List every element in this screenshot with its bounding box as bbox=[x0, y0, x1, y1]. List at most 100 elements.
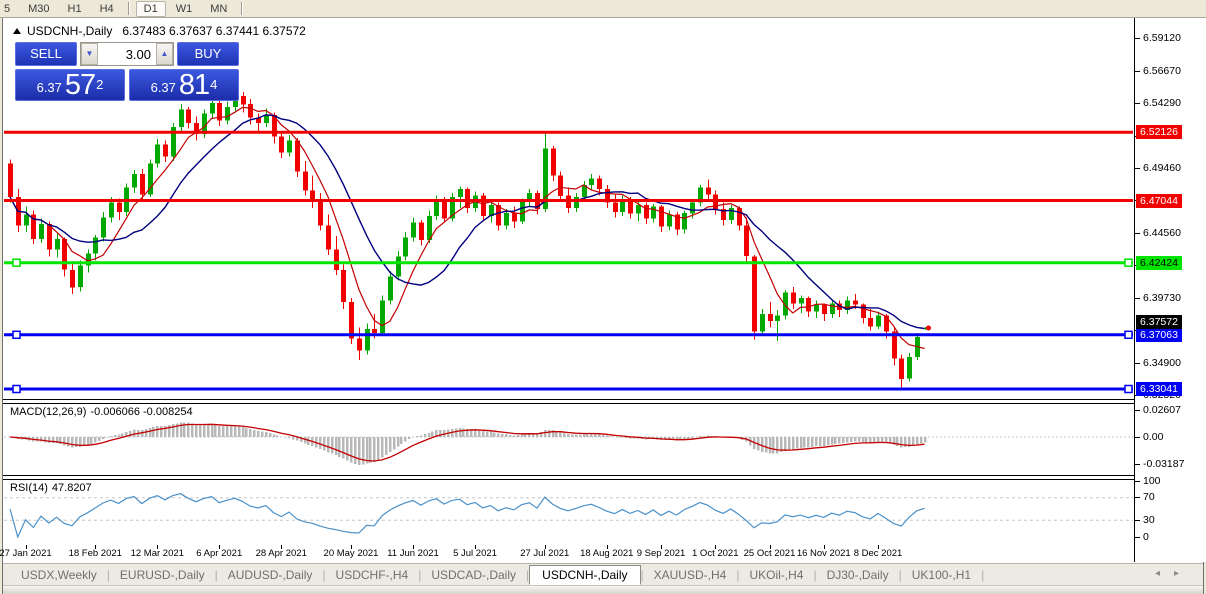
chart-tab-usdcad-daily[interactable]: USDCAD-,Daily bbox=[421, 566, 526, 584]
sell-button[interactable]: SELL bbox=[15, 42, 77, 66]
macd-name: MACD(12,26,9) bbox=[10, 406, 87, 418]
chart-tab-usdx-weekly[interactable]: USDX,Weekly bbox=[11, 566, 107, 584]
line-drag-handle[interactable] bbox=[1124, 384, 1133, 394]
date-axis-label: 6 Apr 2021 bbox=[196, 548, 243, 559]
date-axis-label: 20 May 2021 bbox=[323, 548, 379, 559]
timeframe-button-m30[interactable]: M30 bbox=[20, 1, 57, 17]
chart-tab-bar: USDX,Weekly | EURUSD-,Daily | AUDUSD-,Daily |… bbox=[3, 563, 1203, 585]
buy-price-sup: 4 bbox=[210, 77, 218, 92]
sell-price-sup: 2 bbox=[96, 77, 104, 92]
rsi-axis-label: 0 bbox=[1135, 531, 1149, 544]
price-axis-label: 6.59120 bbox=[1135, 32, 1181, 45]
candles bbox=[8, 89, 928, 389]
toolbar-separator bbox=[127, 2, 130, 15]
price-axis-label: 6.39730 bbox=[1135, 292, 1181, 305]
date-axis-label: 27 Jul 2021 bbox=[520, 548, 570, 559]
last-price-marker bbox=[926, 325, 931, 331]
line-drag-handle[interactable] bbox=[1124, 330, 1133, 340]
buy-price-display[interactable]: 6.37 81 4 bbox=[129, 69, 239, 101]
window-bottom-strip bbox=[3, 585, 1203, 594]
rsi-indicator-label: RSI(14) 47.8207 bbox=[10, 482, 96, 494]
line-drag-handle[interactable] bbox=[12, 258, 21, 267]
level-price-label: 6.42424 bbox=[1136, 255, 1182, 270]
chart-tab-uk100-h1[interactable]: UK100-,H1 bbox=[902, 566, 981, 584]
volume-stepper: ▼ ▲ bbox=[80, 42, 174, 66]
price-axis-label: 6.54290 bbox=[1135, 97, 1181, 110]
date-axis-label: 18 Aug 2021 bbox=[580, 548, 634, 559]
date-axis[interactable]: 27 Jan 2021 18 Feb 2021 12 Mar 2021 6 Apr 2… bbox=[0, 545, 1134, 562]
rsi-axis-label: 70 bbox=[1135, 491, 1155, 504]
one-click-trade-panel: SELL ▼ ▲ BUY 6.37 57 2 6.37 bbox=[15, 42, 239, 101]
sell-price-display[interactable]: 6.37 57 2 bbox=[15, 69, 125, 101]
timeframe-button-h4[interactable]: H4 bbox=[92, 1, 122, 17]
level-price-label: 6.52126 bbox=[1136, 125, 1182, 140]
tab-separator: | bbox=[981, 567, 985, 582]
buy-button[interactable]: BUY bbox=[177, 42, 239, 66]
timeframe-button-w1[interactable]: W1 bbox=[168, 1, 201, 17]
rsi-chart[interactable] bbox=[4, 480, 1134, 546]
collapse-panel-icon[interactable] bbox=[13, 28, 21, 34]
rsi-line bbox=[9, 493, 925, 539]
date-axis-label: 9 Sep 2021 bbox=[636, 548, 686, 559]
chart-panes: 6.591206.566706.542906.518406.494606.470… bbox=[0, 18, 1206, 562]
price-axis-label: 6.56670 bbox=[1135, 65, 1181, 78]
line-drag-handle[interactable] bbox=[12, 384, 21, 394]
timeframe-toolbar: 5 M30 H1 H4 D1 W1 MN bbox=[0, 0, 1206, 18]
timeframe-button-d1[interactable]: D1 bbox=[135, 0, 166, 17]
date-axis-label: 8 Dec 2021 bbox=[853, 548, 903, 559]
macd-indicator-label: MACD(12,26,9) -0.006066 -0.008254 bbox=[10, 406, 197, 418]
macd-axis-label: 0.00 bbox=[1135, 431, 1163, 444]
macd-axis-label: -0.03187 bbox=[1135, 458, 1184, 471]
price-axis-label: 6.49460 bbox=[1135, 162, 1181, 175]
level-price-label: 6.47044 bbox=[1136, 193, 1182, 208]
chart-tab-eurusd-daily[interactable]: EURUSD-,Daily bbox=[110, 566, 215, 584]
sell-price-big: 57 bbox=[64, 69, 96, 101]
rsi-value: 47.8207 bbox=[51, 482, 92, 494]
timeframe-button-h1[interactable]: H1 bbox=[60, 1, 90, 17]
volume-decrease-icon[interactable]: ▼ bbox=[81, 43, 98, 65]
date-axis-label: 28 Apr 2021 bbox=[255, 548, 307, 559]
volume-increase-icon[interactable]: ▲ bbox=[156, 43, 173, 65]
rsi-axis-label: 30 bbox=[1135, 514, 1155, 527]
buy-price-prefix: 6.37 bbox=[150, 80, 176, 95]
price-axis-label: 6.44560 bbox=[1135, 227, 1181, 240]
date-axis-label: 5 Jul 2021 bbox=[453, 548, 497, 559]
chart-tab-dj30-daily[interactable]: DJ30-,Daily bbox=[817, 566, 899, 584]
date-axis-label: 12 Mar 2021 bbox=[130, 548, 184, 559]
timeframe-button-5[interactable]: 5 bbox=[1, 1, 18, 17]
price-axis-label: 6.34900 bbox=[1135, 357, 1181, 370]
chart-tab-ukoil-h4[interactable]: UKOil-,H4 bbox=[739, 566, 813, 584]
chart-ohlc-values: 6.37483 6.37637 6.37441 6.37572 bbox=[122, 24, 306, 38]
current-price-label: 6.37572 bbox=[1136, 314, 1182, 329]
line-drag-handle[interactable] bbox=[1124, 258, 1133, 267]
date-axis-label: 18 Feb 2021 bbox=[68, 548, 122, 559]
chart-tab-xauusd-h4[interactable]: XAUUSD-,H4 bbox=[644, 566, 737, 584]
chart-tab-usdcnh-daily[interactable]: USDCNH-,Daily bbox=[529, 564, 641, 585]
macd-histogram bbox=[13, 422, 927, 465]
price-axis[interactable]: 6.591206.566706.542906.518406.494606.470… bbox=[1135, 18, 1206, 562]
volume-input[interactable] bbox=[98, 43, 156, 65]
chart-symbol-label: USDCNH-,Daily bbox=[27, 24, 113, 38]
macd-axis-label: 0.02607 bbox=[1135, 404, 1181, 417]
chart-title-row: USDCNH-,Daily 6.37483 6.37637 6.37441 6.… bbox=[13, 24, 306, 38]
date-axis-label: 16 Nov 2021 bbox=[796, 548, 851, 559]
date-axis-label: 1 Oct 2021 bbox=[692, 548, 739, 559]
mt4-window: 5M30H1H4D1W1MN 6.591206.566706.542906.51… bbox=[0, 0, 1206, 594]
chart-tab-usdchf-h4[interactable]: USDCHF-,H4 bbox=[326, 566, 419, 584]
timeframe-button-mn[interactable]: MN bbox=[202, 1, 235, 17]
date-axis-label: 27 Jan 2021 bbox=[0, 548, 52, 559]
level-price-label: 6.37063 bbox=[1136, 327, 1182, 342]
level-price-label: 6.33041 bbox=[1136, 381, 1182, 396]
toolbar-separator bbox=[241, 2, 244, 15]
sell-price-prefix: 6.37 bbox=[36, 80, 62, 95]
rsi-name: RSI(14) bbox=[10, 482, 48, 494]
rsi-axis-label: 100 bbox=[1135, 475, 1161, 488]
buy-price-big: 81 bbox=[178, 69, 210, 101]
macd-values: -0.006066 -0.008254 bbox=[90, 406, 193, 418]
tab-scroll-arrows[interactable]: ◂▸ bbox=[1155, 568, 1193, 579]
chart-tab-audusd-daily[interactable]: AUDUSD-,Daily bbox=[218, 566, 323, 584]
date-axis-label: 11 Jun 2021 bbox=[387, 548, 439, 559]
line-drag-handle[interactable] bbox=[12, 330, 21, 340]
date-axis-label: 25 Oct 2021 bbox=[743, 548, 796, 559]
chart-window: 6.591206.566706.542906.518406.494606.470… bbox=[0, 18, 1206, 594]
